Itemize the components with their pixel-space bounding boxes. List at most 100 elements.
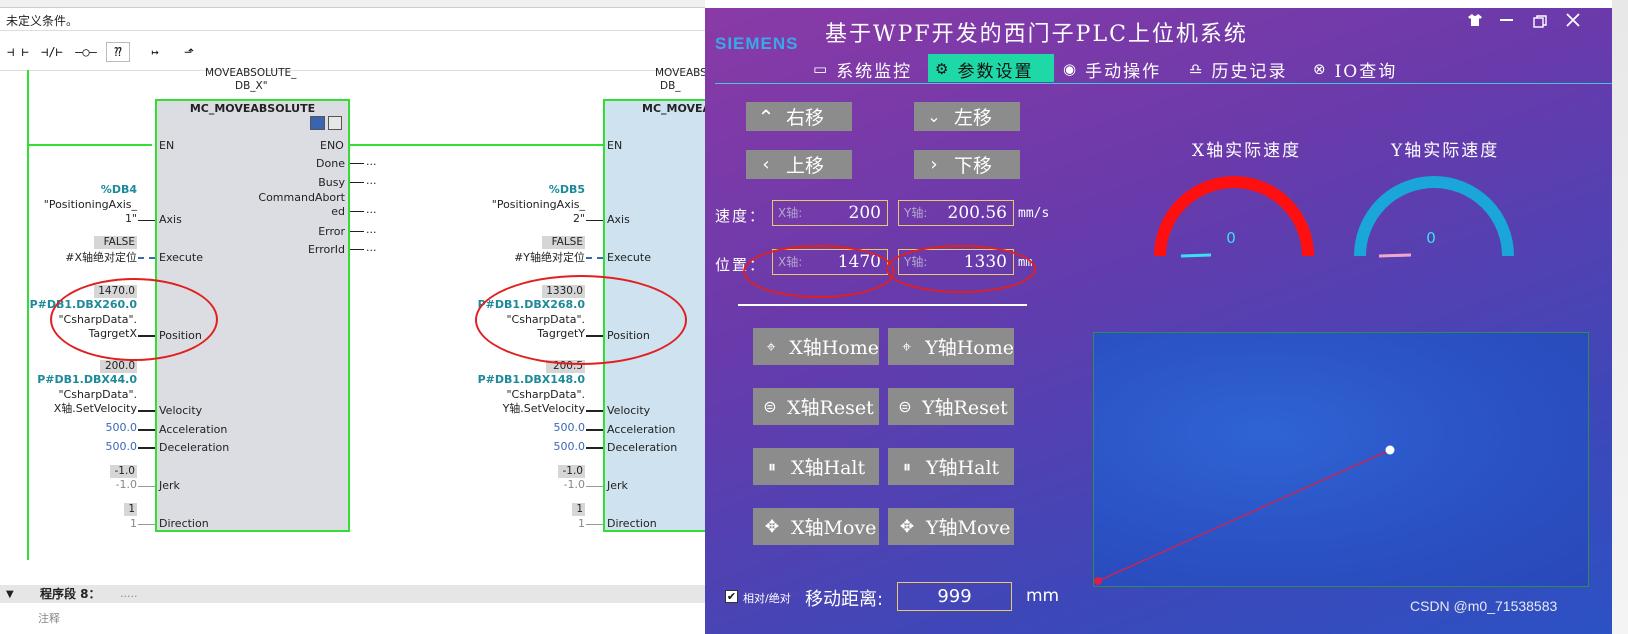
pin-velocity: Velocity: [159, 404, 203, 417]
siemens-logo: SIEMENS: [715, 34, 799, 53]
velocity-addr-y: P#DB1.DBX148.0: [477, 373, 585, 386]
comment-label[interactable]: 注释: [38, 613, 60, 625]
velocity-name-y: "CsharpData".: [506, 388, 585, 401]
wire-execute: [138, 257, 155, 259]
wire-dir-y: [586, 524, 603, 525]
pin-execute-y: Execute: [607, 251, 651, 264]
tab-parameter-settings[interactable]: ⚙ 参数设置: [935, 56, 1033, 82]
crosshair-icon: ⌖: [766, 336, 776, 356]
background-window-edge: [1612, 0, 1628, 634]
close-branch-button[interactable]: ⬏: [174, 40, 204, 64]
acc-value-y: 500.0: [553, 421, 586, 434]
tab-label: 历史记录: [1211, 61, 1288, 82]
relative-absolute-checkbox[interactable]: ✔: [725, 590, 738, 603]
dec-value-y: 500.0: [553, 440, 586, 453]
wpf-app-window: SIEMENS 基于WPF开发的西门子PLC上位机系统 ▭ 系统监控 ⚙ 参数设置 …: [705, 8, 1628, 634]
wire-errorid: [350, 249, 364, 250]
empty-box-button[interactable]: ⁇: [106, 42, 130, 62]
pin-commandaborted-2: ed: [331, 205, 345, 218]
nc-contact-button[interactable]: ⊣/⊢: [37, 40, 67, 64]
segment-dots: .....: [120, 587, 138, 600]
jerk-name-y: -1.0: [563, 478, 585, 491]
velocity-name-y-2: Y轴.SetVelocity: [502, 402, 585, 415]
jerk-value-x: -1.0: [110, 465, 137, 478]
pin-direction: Direction: [159, 517, 209, 530]
reset-icon: ⊜: [898, 397, 912, 416]
x-speed-gauge: 0: [1154, 176, 1314, 258]
tab-system-monitor[interactable]: ▭ 系统监控: [813, 56, 912, 82]
instance-db-left: MOVEABSOLUTE_: [205, 67, 297, 79]
no-contact-button[interactable]: ⊣ ⊢: [3, 40, 33, 64]
execute-value-x: FALSE: [94, 236, 137, 249]
bell-icon: ♎: [1189, 60, 1203, 78]
speed-y-field[interactable]: Y轴: 200.56: [898, 200, 1014, 226]
block-title-y: MC_MOVEA: [642, 102, 705, 115]
velocity-name-x-2: X轴.SetVelocity: [53, 402, 137, 415]
restore-icon[interactable]: [1533, 13, 1547, 28]
block-icon-1[interactable]: [310, 116, 325, 130]
tab-label: IO查询: [1334, 61, 1398, 82]
separator-line: [738, 304, 1027, 306]
tab-label: 参数设置: [957, 61, 1034, 82]
tab-io-query[interactable]: ⊗ IO查询: [1313, 56, 1397, 82]
speed-label: 速度：: [715, 207, 767, 225]
wire-dir: [138, 524, 155, 525]
pin-busy: Busy: [318, 176, 345, 189]
chevron-left-icon: ‹: [762, 154, 770, 175]
pin-errorid: ErrorId: [307, 243, 345, 256]
nav-underline: [715, 83, 1618, 84]
out-done: ...: [366, 155, 377, 168]
wire-busy: [350, 182, 364, 183]
speed-unit: mm/s: [1018, 206, 1050, 221]
toolbar-divider: [0, 70, 705, 71]
x-move-button[interactable]: ✥ X轴Move: [753, 508, 879, 545]
tab-history[interactable]: ♎ 历史记录: [1189, 56, 1287, 82]
gauge-y-title: Y轴实际速度: [1391, 141, 1500, 161]
execute-name-y: #Y轴绝对定位: [514, 251, 585, 264]
segment-label: 程序段 8：: [40, 587, 101, 601]
move-right-button[interactable]: ⌃ 右移: [746, 102, 852, 131]
hand-icon: ◉: [1063, 60, 1077, 78]
close-icon[interactable]: [1565, 12, 1581, 28]
x-reset-button[interactable]: ⊜ X轴Reset: [753, 388, 879, 425]
y-speed-gauge: 0: [1354, 176, 1514, 258]
y-reset-button[interactable]: ⊜ Y轴Reset: [888, 388, 1014, 425]
move-down-button[interactable]: › 下移: [914, 150, 1020, 179]
gear-icon: ⚙: [935, 60, 949, 78]
x-home-button[interactable]: ⌖ X轴Home: [753, 328, 879, 365]
wire-jerk: [138, 486, 155, 487]
move-up-button[interactable]: ‹ 上移: [746, 150, 852, 179]
origin-point: [1094, 577, 1102, 585]
chevron-down-icon[interactable]: ▼: [6, 589, 14, 601]
tab-manual-operation[interactable]: ◉ 手动操作: [1063, 56, 1161, 82]
pause-icon: ⏸: [902, 456, 911, 476]
x-halt-button[interactable]: ⏸ X轴Halt: [753, 448, 879, 485]
block-icon-2[interactable]: [328, 116, 342, 130]
pin-acceleration: Acceleration: [159, 423, 228, 436]
coil-button[interactable]: –○–: [71, 40, 101, 64]
segment-header[interactable]: [0, 585, 705, 603]
watermark: CSDN @m0_71538583: [1410, 598, 1558, 614]
shirt-icon[interactable]: [1467, 14, 1483, 28]
move-icon: ✥: [899, 516, 915, 537]
gauge-x-value: 0: [1226, 229, 1236, 247]
out-error: ...: [366, 223, 377, 236]
pause-icon: ⏸: [767, 456, 776, 476]
y-home-button[interactable]: ⌖ Y轴Home: [888, 328, 1014, 365]
y-halt-button[interactable]: ⏸ Y轴Halt: [888, 448, 1014, 485]
pin-deceleration: Deceleration: [159, 441, 230, 454]
out-errorid: ...: [366, 241, 377, 254]
minimize-icon[interactable]: [1500, 19, 1513, 21]
instance-db-right-2: DB_: [660, 80, 681, 92]
open-branch-button[interactable]: ↦: [140, 40, 170, 64]
speed-x-field[interactable]: X轴: 200: [772, 200, 888, 226]
move-distance-input[interactable]: 999: [897, 582, 1012, 611]
wire-execute-y: [586, 257, 603, 259]
checkbox-label: 相对/绝对: [743, 592, 791, 605]
condition-text: 未定义条件。: [6, 14, 79, 28]
move-left-button[interactable]: ⌄ 左移: [914, 102, 1020, 131]
pin-commandaborted: CommandAbort: [258, 191, 345, 204]
highlight-ring-y: [475, 275, 687, 365]
wire-error: [350, 231, 364, 232]
y-move-button[interactable]: ✥ Y轴Move: [888, 508, 1014, 545]
